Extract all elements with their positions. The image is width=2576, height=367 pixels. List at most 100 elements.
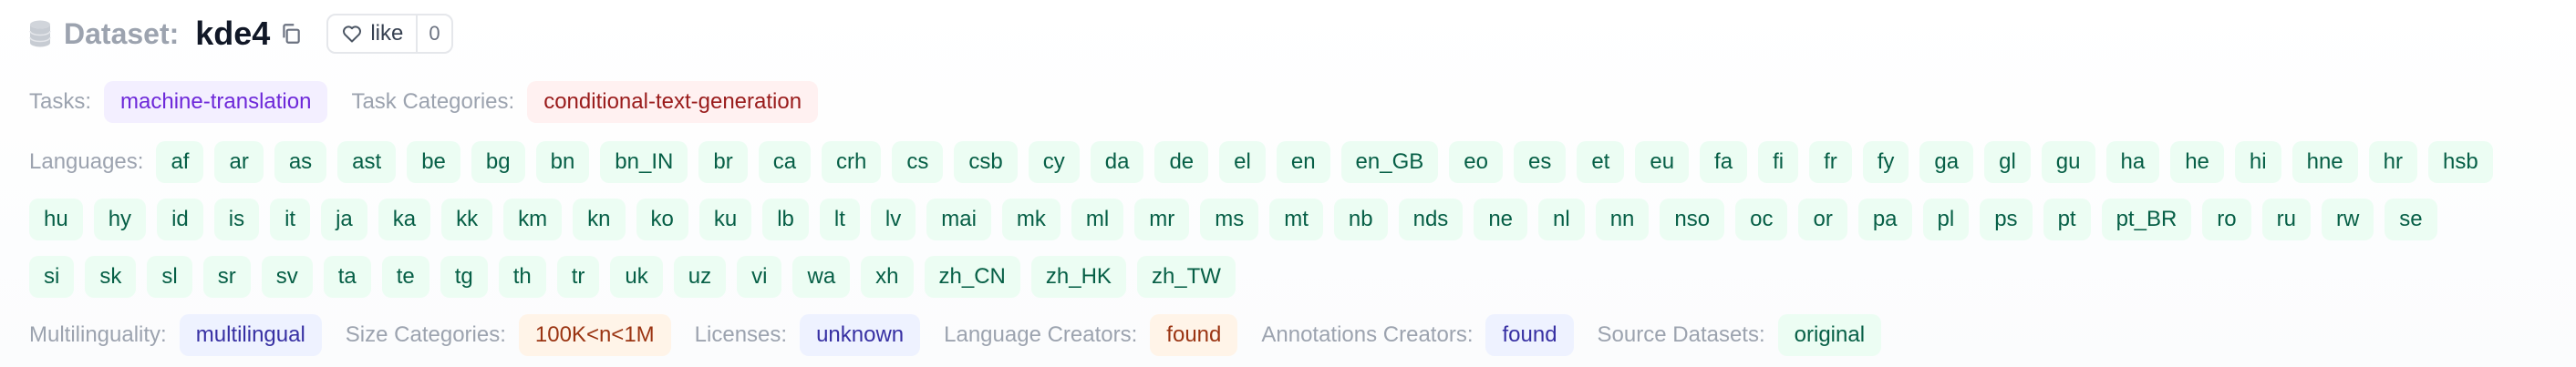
language-chip[interactable]: sr (202, 256, 251, 298)
language-chip[interactable]: uz (673, 256, 727, 298)
language-chip[interactable]: fr (1809, 141, 1852, 183)
language-chip[interactable]: it (270, 199, 311, 240)
language-chip[interactable]: cs (892, 141, 944, 183)
language-chip[interactable]: ha (2105, 141, 2160, 183)
language-chip[interactable]: se (2385, 199, 2437, 240)
multilinguality-chip[interactable]: multilingual (179, 314, 322, 356)
language-chip[interactable]: ru (2261, 199, 2311, 240)
language-chip[interactable]: nds (1398, 199, 1464, 240)
language-chip[interactable]: nn (1595, 199, 1650, 240)
language-chip[interactable]: rw (2321, 199, 2374, 240)
language-chip[interactable]: zh_TW (1136, 256, 1236, 298)
language-chip[interactable]: he (2170, 141, 2224, 183)
language-chip[interactable]: ga (1919, 141, 1974, 183)
language-chip[interactable]: zh_CN (924, 256, 1020, 298)
language-chip[interactable]: el (1219, 141, 1266, 183)
language-chip[interactable]: cy (1028, 141, 1080, 183)
language-chip[interactable]: lt (819, 199, 860, 240)
language-chip[interactable]: af (156, 141, 204, 183)
copy-icon[interactable] (279, 22, 303, 46)
language-chip[interactable]: id (157, 199, 203, 240)
language-chip[interactable]: ne (1474, 199, 1528, 240)
language-chip[interactable]: br (698, 141, 748, 183)
language-chip[interactable]: mt (1269, 199, 1323, 240)
language-chip[interactable]: ko (636, 199, 688, 240)
language-chip[interactable]: hu (29, 199, 83, 240)
language-chip[interactable]: km (503, 199, 563, 240)
language-chip[interactable]: kn (573, 199, 626, 240)
language-chip[interactable]: de (1154, 141, 1209, 183)
language-chip[interactable]: be (407, 141, 460, 183)
language-chip[interactable]: tr (556, 256, 600, 298)
annotations-creators-chip[interactable]: found (1485, 314, 1574, 356)
language-chip[interactable]: hne (2292, 141, 2358, 183)
language-chip[interactable]: ku (698, 199, 752, 240)
language-chip[interactable]: gu (2041, 141, 2095, 183)
language-chip[interactable]: sk (85, 256, 137, 298)
language-chip[interactable]: en (1276, 141, 1330, 183)
language-chip[interactable]: csb (954, 141, 1018, 183)
language-chip[interactable]: mai (926, 199, 991, 240)
language-chip[interactable]: sv (261, 256, 313, 298)
language-chip[interactable]: bg (471, 141, 525, 183)
language-chip[interactable]: ms (1200, 199, 1259, 240)
language-chip[interactable]: ja (321, 199, 367, 240)
language-chip[interactable]: mr (1134, 199, 1190, 240)
license-chip[interactable]: unknown (800, 314, 921, 356)
language-chip[interactable]: zh_HK (1030, 256, 1126, 298)
language-chip[interactable]: hy (93, 199, 147, 240)
language-chip[interactable]: ro (2202, 199, 2251, 240)
language-creators-chip[interactable]: found (1150, 314, 1238, 356)
language-chip[interactable]: fa (1700, 141, 1748, 183)
language-chip[interactable]: hsb (2427, 141, 2493, 183)
language-chip[interactable]: et (1577, 141, 1625, 183)
language-chip[interactable]: eo (1449, 141, 1503, 183)
language-chip[interactable]: sl (147, 256, 192, 298)
dataset-name[interactable]: kde4 (195, 15, 270, 53)
language-chip[interactable]: ast (337, 141, 397, 183)
language-chip[interactable]: xh (861, 256, 914, 298)
language-chip[interactable]: pt_BR (2101, 199, 2192, 240)
language-chip[interactable]: nl (1538, 199, 1585, 240)
like-count[interactable]: 0 (416, 15, 450, 52)
language-chip[interactable]: nso (1660, 199, 1725, 240)
task-chip[interactable]: machine-translation (104, 81, 328, 123)
language-chip[interactable]: tg (440, 256, 488, 298)
language-chip[interactable]: uk (610, 256, 663, 298)
language-chip[interactable]: da (1090, 141, 1144, 183)
language-chip[interactable]: oc (1735, 199, 1788, 240)
language-chip[interactable]: es (1513, 141, 1567, 183)
task-category-chip[interactable]: conditional-text-generation (527, 81, 819, 123)
language-chip[interactable]: bn (535, 141, 590, 183)
language-chip[interactable]: en_GB (1340, 141, 1439, 183)
language-chip[interactable]: te (381, 256, 429, 298)
language-chip[interactable]: kk (441, 199, 493, 240)
language-chip[interactable]: nb (1333, 199, 1388, 240)
language-chip[interactable]: ta (323, 256, 371, 298)
language-chip[interactable]: pt (2043, 199, 2091, 240)
language-chip[interactable]: lv (870, 199, 916, 240)
language-chip[interactable]: is (213, 199, 260, 240)
language-chip[interactable]: ca (758, 141, 812, 183)
language-chip[interactable]: th (498, 256, 546, 298)
language-chip[interactable]: ar (214, 141, 264, 183)
language-chip[interactable]: fi (1758, 141, 1799, 183)
language-chip[interactable]: hi (2234, 141, 2281, 183)
language-chip[interactable]: hr (2368, 141, 2417, 183)
size-category-chip[interactable]: 100K<n<1M (518, 314, 671, 356)
language-chip[interactable]: lb (762, 199, 809, 240)
language-chip[interactable]: si (29, 256, 75, 298)
language-chip[interactable]: mk (1001, 199, 1060, 240)
language-chip[interactable]: ps (1980, 199, 2033, 240)
language-chip[interactable]: or (1798, 199, 1847, 240)
language-chip[interactable]: crh (822, 141, 882, 183)
language-chip[interactable]: eu (1635, 141, 1690, 183)
like-toggle[interactable]: like (328, 15, 416, 52)
language-chip[interactable]: vi (737, 256, 782, 298)
language-chip[interactable]: gl (1984, 141, 2031, 183)
language-chip[interactable]: fy (1862, 141, 1909, 183)
language-chip[interactable]: ml (1071, 199, 1124, 240)
language-chip[interactable]: ka (378, 199, 431, 240)
source-datasets-chip[interactable]: original (1777, 314, 1882, 356)
language-chip[interactable]: pl (1922, 199, 1970, 240)
